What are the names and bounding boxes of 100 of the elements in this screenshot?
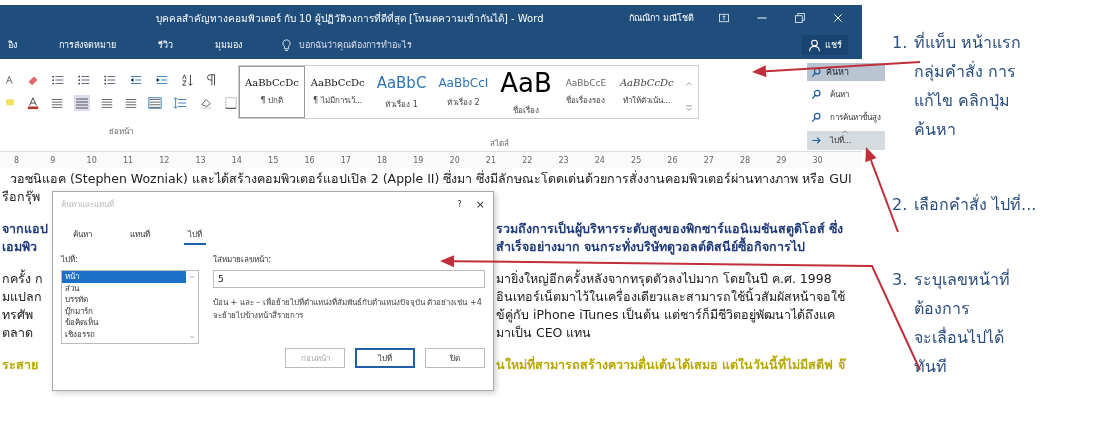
ruler-number: 11 [122,155,135,165]
style-option[interactable]: AaB ชื่อเรื่อง [494,66,558,118]
document-text: มแปลก [1,288,43,306]
document-text: มาเป็น CEO แทน [496,324,593,342]
hint-text: ป้อน + และ – เพื่อย้ายไปที่ตำแหน่งที่สัมพันธ์กับตำแหน่งปัจจุบัน ตัวอย่างเช่น +4 จะย้ายไปข้างหน้าสี่รายการ [213,296,483,322]
dialog-button[interactable]: ปิด [425,348,485,368]
step-number: 2. [892,194,909,216]
ruler-number: 17 [340,155,352,165]
restore-icon[interactable] [794,12,806,24]
style-option[interactable]: AaBbCcDc ¶ ไม่มีการเว้... [304,66,371,118]
close-icon[interactable] [832,12,844,24]
shading-icon[interactable] [198,96,214,110]
document-text: ทรศัพ [1,306,34,324]
justify-icon[interactable] [124,96,138,110]
dialog-title: ค้นหาและแทนที่ [61,198,115,211]
align-left-icon[interactable] [50,96,64,110]
ruler-number: 20 [449,155,461,165]
list-item[interactable]: ส่วน [62,282,186,294]
help-button[interactable]: ? [457,199,462,209]
search-icon[interactable] [810,112,822,123]
style-option[interactable]: AaBbC หัวเรื่อง 1 [370,66,433,118]
menu-item[interactable]: ไปที่... [806,131,885,150]
ruler-number: 13 [195,155,207,165]
style-option[interactable]: AaBbCcDc ¶ ปกติ [239,66,305,118]
arrow-icon[interactable] [810,135,822,146]
list-item[interactable]: ข้อคิดเห็น [62,317,186,329]
borders-icon[interactable] [224,96,238,110]
person-icon[interactable] [808,38,821,52]
dialog-tab[interactable]: แทนที่ [126,226,154,245]
list-item[interactable]: บุ๊กมาร์ก [62,305,186,317]
ribbon-tab[interactable]: รีวิว [154,35,177,55]
style-option[interactable]: AaBbCcDc ทำให้ตัวเน้น... [613,66,680,118]
list-item[interactable]: บรรทัด [62,294,186,306]
ruler-number: 15 [268,155,280,165]
tell-me-field[interactable]: บอกฉันว่าคุณต้องการทำอะไร [280,38,412,52]
ruler-number: 30 [812,155,824,165]
ruler-number: 8 [14,155,21,165]
group-label: ย่อหน้า [109,126,133,138]
dialog-tab[interactable]: ค้นหา [69,226,96,245]
distributed-icon[interactable] [148,96,162,110]
ribbon-tab[interactable]: อิง [4,35,21,55]
document-text: ข้คู่กับ iPhone iTunes เป็นต้น แต่ชาร์ก็มีชีวิตอยู่พัฒนาได้ถึงแค [496,306,837,324]
dialog-button[interactable]: ไปที่ [355,348,415,368]
ruler-number: 22 [522,155,534,165]
ruler-number: 9 [50,155,57,165]
document-text: กครั้ง ก [1,270,44,288]
dialog-tab[interactable]: ไปที่ [184,226,206,245]
ruler-number: 18 [376,155,389,165]
pilcrow-icon[interactable] [204,73,218,87]
bullets-icon[interactable] [50,73,66,87]
list-item[interactable]: เชิงอรรถ [62,328,186,340]
multilevel-list-icon[interactable] [102,73,118,87]
align-right-icon[interactable] [100,96,114,110]
ruler-number: 16 [304,155,316,165]
list-item[interactable]: หน้า [62,271,186,283]
step-text: ที่แท็บ หน้าแรก กลุ่มคำสั่ง การ แก้ไข คลิกปุ่ม ค้นหา [914,31,1023,141]
ruler-number: 29 [776,155,788,165]
ruler-number: 10 [86,155,98,165]
ruler-number: 24 [594,155,606,165]
menu-item[interactable]: ค้นหา [806,85,885,104]
step-text: เลือกคำสั่ง ไปที่... [914,193,1037,216]
lightbulb-icon[interactable] [280,38,293,52]
field-label: ไปที่: [61,253,79,266]
field-label: ใส่หมายเลขหน้า: [213,254,272,266]
ruler-number: 14 [231,155,243,165]
document-text: นใหม่ที่สามารถสร้างความตื่นเต้นได้เสมอ แต่ในวันนี้ที่ไม่มีสตีฟ จ๊ [496,356,848,374]
style-option[interactable]: AaBbCcI หัวเรื่อง 2 [432,66,495,118]
group-label: สไตล์ [490,138,509,150]
ruler-number: 25 [631,155,643,165]
document-text: จากแอป [1,220,49,238]
document-text: อินเทอร์เน็ตมาไว้ในเครื่องเดียวและสามารถใช้นิ้วสัมผัสหน้าจอใช้ [496,288,862,306]
ruler-number: 21 [485,155,498,165]
share-button[interactable]: แชร์ [802,35,848,55]
style-option[interactable]: AaBbCcE ชื่อเรื่องรอง [557,66,614,118]
menu-item[interactable]: การค้นหาขั้นสูง [806,108,885,127]
ruler-number: 19 [413,155,425,165]
document-text: มายิ่งใหญ่อีกครั้งหลังจากทรุดตัวลงไปมาก โดยในปี ค.ศ. 1998 [496,270,832,287]
step-text: ระบุเลขหน้าที่ ต้องการ จะเลื่อนไปได้ ทันที [914,268,1011,378]
ribbon-tab[interactable]: มุมมอง [211,35,246,55]
ruler-number: 23 [558,155,570,165]
font-size-icon[interactable] [4,74,16,86]
ruler-number: 28 [739,155,752,165]
increase-indent-icon[interactable] [154,73,170,87]
document-text: เอมพิว [1,238,38,256]
line-spacing-icon[interactable] [172,96,188,110]
sort-icon[interactable] [180,73,194,87]
numbering-icon[interactable] [76,73,92,87]
search-icon[interactable] [810,66,822,78]
close-button[interactable]: × [475,197,485,211]
font-color-icon[interactable] [26,96,40,110]
window-title: บุคคลสำคัญทางคอมพิวเตอร์ กับ 10 ผู้ปฏิวัติวงการที่ดีที่สุด [โหมดความเข้ากันได้] - Word [154,10,545,26]
search-icon[interactable] [810,89,822,100]
document-text: ตลาด [1,324,34,342]
ribbon-display-icon[interactable] [718,12,730,24]
page-number-field[interactable]: 5 [213,270,485,288]
document-text: วอซนิแอค (Stephen Wozniak) และได้สร้างคอมพิวเตอร์แอปเปิล 2 (Apple II) ซึ่งมา ซึ่งมีลักษณะโดดเด่นด้วยการสั่งงานคอมพิวเตอร์ผ่านทางภาพ หรือ GUI [9,170,853,188]
ribbon-tab[interactable]: การส่งจดหมาย [55,35,120,55]
document-text: รวมถึงการเป็นผู้บริหารระดับสูงของพิกซาร์แอนิเมชันสตูดิโอส์ ซึ่ง [496,220,845,238]
decrease-indent-icon[interactable] [128,73,144,87]
user-name[interactable]: กัณณิกา มณีโชติ [629,11,694,25]
